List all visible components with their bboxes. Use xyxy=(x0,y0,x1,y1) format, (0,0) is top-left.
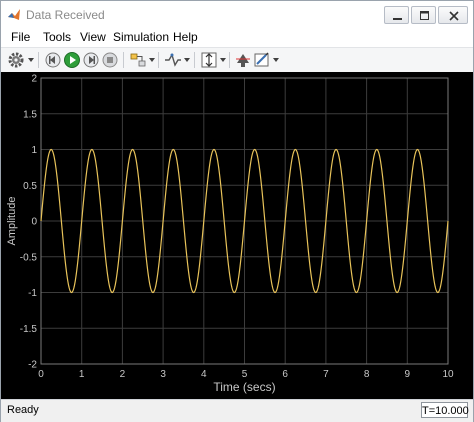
toolbar-separator xyxy=(194,52,195,68)
signal-dropdown-arrow[interactable] xyxy=(184,58,190,62)
maximize-button[interactable] xyxy=(411,6,436,24)
cursor-measurements-button[interactable] xyxy=(234,51,252,69)
y-tick-label: -2 xyxy=(28,360,37,371)
maximize-icon xyxy=(420,11,429,20)
step-forward-button[interactable] xyxy=(82,51,100,69)
toolbar-separator xyxy=(158,52,159,68)
status-bar: Ready T=10.000 xyxy=(1,399,473,422)
y-tick-label: -1.5 xyxy=(20,324,38,335)
title-bar[interactable]: Data Received xyxy=(1,1,473,29)
step-back-button[interactable] xyxy=(44,51,62,69)
highlight-icon xyxy=(130,53,146,67)
configuration-properties-button[interactable] xyxy=(7,51,25,69)
y-tick-label: 1.5 xyxy=(23,109,37,120)
y-tick-label: -0.5 xyxy=(20,252,38,263)
menu-file[interactable]: File xyxy=(11,30,30,44)
cursor-icon xyxy=(236,54,250,67)
toolbar xyxy=(1,47,473,73)
run-button[interactable] xyxy=(63,51,81,69)
toolbar-separator xyxy=(123,52,124,68)
highlight-dropdown-arrow[interactable] xyxy=(149,58,155,62)
gear-dropdown-arrow[interactable] xyxy=(28,58,34,62)
x-tick-labels: 0 1 2 3 4 5 6 7 8 9 10 xyxy=(38,369,454,380)
x-tick-label: 8 xyxy=(364,369,370,380)
stop-icon xyxy=(102,52,118,68)
x-tick-label: 7 xyxy=(323,369,329,380)
style-button[interactable] xyxy=(253,51,271,69)
scale-dropdown-arrow[interactable] xyxy=(220,58,226,62)
scale-axes-icon xyxy=(201,52,217,68)
scope-window: Data Received File Tools View Simulation… xyxy=(0,0,474,422)
y-axis-label: Amplitude xyxy=(6,197,18,246)
style-dropdown-arrow[interactable] xyxy=(273,58,279,62)
simulation-time: T=10.000 xyxy=(421,402,469,418)
gear-icon xyxy=(8,52,24,68)
status-text: Ready xyxy=(7,404,39,416)
menu-simulation[interactable]: Simulation xyxy=(113,30,169,44)
style-icon xyxy=(254,52,269,67)
matlab-logo-icon xyxy=(8,9,20,20)
y-tick-label: 0.5 xyxy=(23,181,37,192)
window-title: Data Received xyxy=(26,8,105,22)
y-tick-labels: 2 1.5 1 0.5 0 -0.5 -1 -1.5 -2 xyxy=(20,74,38,371)
x-tick-label: 2 xyxy=(120,369,126,380)
x-tick-label: 9 xyxy=(405,369,411,380)
scale-axes-button[interactable] xyxy=(200,51,218,69)
minimize-button[interactable] xyxy=(384,6,409,24)
x-tick-label: 0 xyxy=(38,369,44,380)
menu-bar: File Tools View Simulation Help xyxy=(1,29,473,47)
close-button[interactable] xyxy=(438,6,468,24)
x-tick-label: 4 xyxy=(201,369,207,380)
step-back-icon xyxy=(45,52,61,68)
x-tick-label: 6 xyxy=(282,369,288,380)
amplitude-plot[interactable]: 0 1 2 3 4 5 6 7 8 9 10 2 1.5 1 0.5 0 -0.5 -1 -1.5 -2 Time … xyxy=(1,72,473,399)
close-icon xyxy=(449,11,459,21)
x-tick-label: 5 xyxy=(242,369,248,380)
signal-icon xyxy=(165,53,181,67)
x-axis-label: Time (secs) xyxy=(213,380,275,394)
toolbar-separator xyxy=(229,52,230,68)
scope-display[interactable]: 0 1 2 3 4 5 6 7 8 9 10 2 1.5 1 0.5 0 -0.5 -1 -1.5 -2 Time … xyxy=(1,72,473,399)
menu-view[interactable]: View xyxy=(80,30,106,44)
step-forward-icon xyxy=(83,52,99,68)
signal-selection-button[interactable] xyxy=(164,51,182,69)
y-tick-label: 1 xyxy=(31,145,37,156)
x-tick-label: 10 xyxy=(442,369,454,380)
x-tick-label: 3 xyxy=(160,369,166,380)
highlight-simulink-block-button[interactable] xyxy=(129,51,147,69)
run-icon xyxy=(64,52,80,68)
stop-button[interactable] xyxy=(101,51,119,69)
toolbar-separator xyxy=(38,52,39,68)
y-tick-label: -1 xyxy=(28,288,37,299)
y-tick-label: 0 xyxy=(31,217,37,228)
x-tick-label: 1 xyxy=(79,369,85,380)
y-tick-label: 2 xyxy=(31,74,37,85)
menu-tools[interactable]: Tools xyxy=(43,30,71,44)
menu-help[interactable]: Help xyxy=(173,30,198,44)
minimize-icon xyxy=(393,18,402,20)
